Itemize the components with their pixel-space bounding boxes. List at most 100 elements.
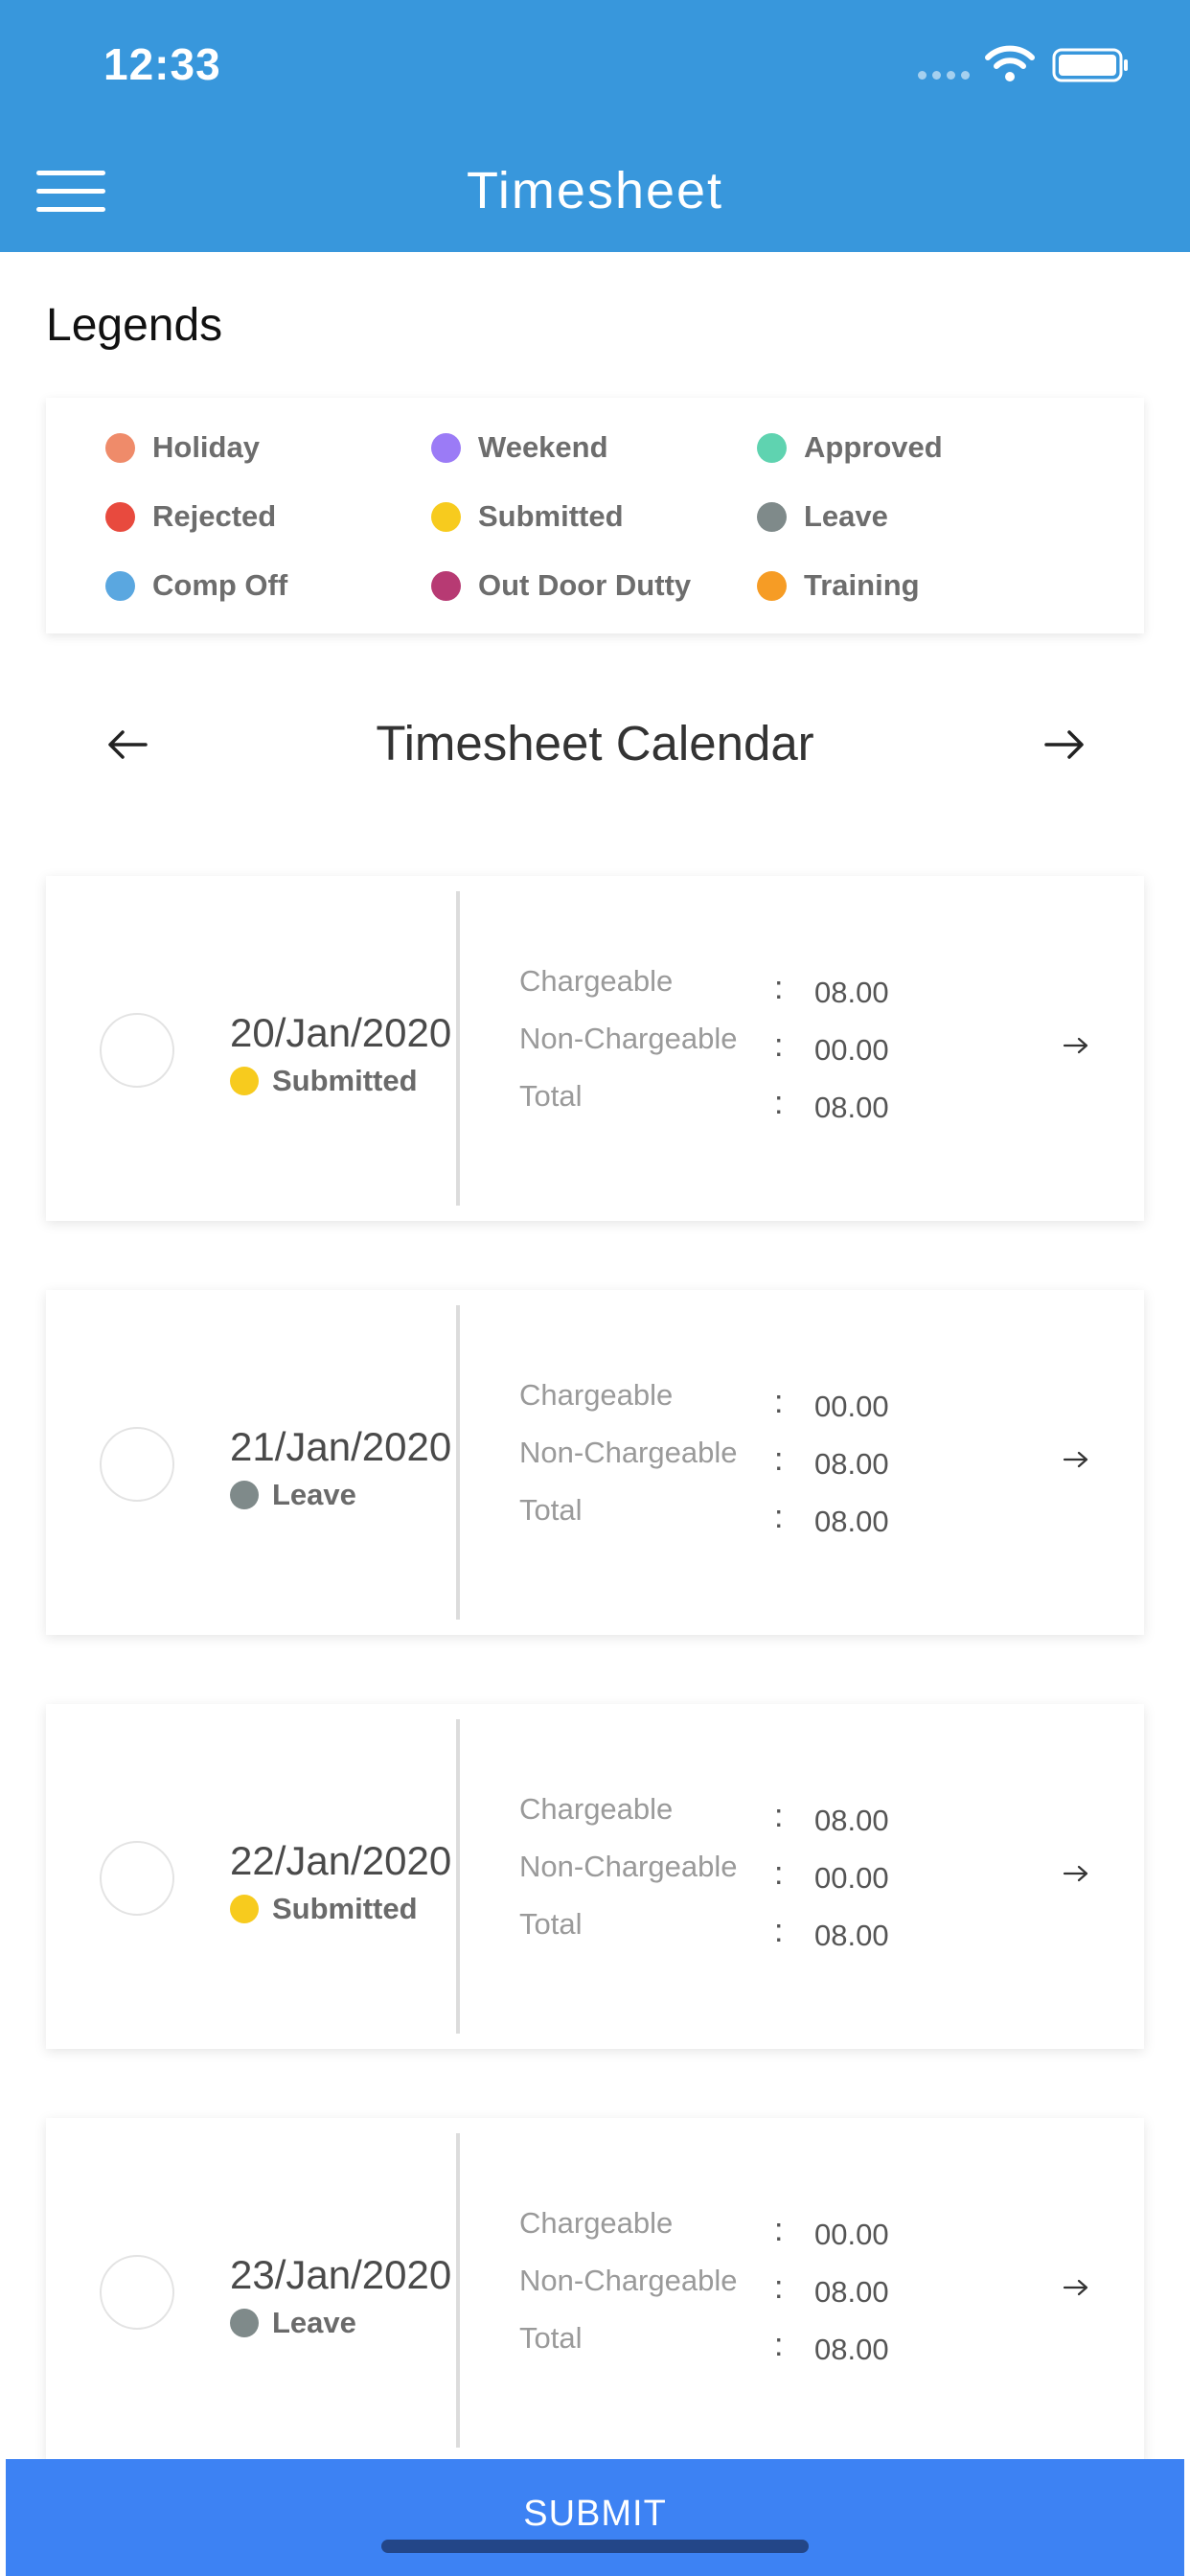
total-value: 08.00 [814,1091,889,1124]
total-value: 08.00 [814,1505,889,1538]
total-label: Total [519,1079,583,1113]
timesheet-day-card[interactable]: 20/Jan/2020 Submitted Chargeable : 08.00… [46,876,1144,1221]
total-value: 08.00 [814,2333,889,2366]
legend-item-submitted: Submitted [431,499,624,534]
status-label: Submitted [272,1892,418,1925]
legend-item-rejected: Rejected [105,499,276,534]
card-divider [456,1719,460,2034]
total-label: Total [519,1907,583,1941]
legend-item-leave: Leave [757,499,888,534]
open-day-arrow-icon[interactable] [1062,2273,1090,2302]
legend-dot [757,501,787,532]
day-status: Submitted [230,1064,418,1098]
chargeable-label: Chargeable [519,1378,674,1412]
total-label: Total [519,1493,583,1527]
chargeable-value: 08.00 [814,976,889,1009]
status-dot [230,1895,259,1923]
home-indicator[interactable] [381,2540,809,2553]
legends-heading: Legends [46,300,223,351]
non-chargeable-label: Non-Chargeable [519,1850,738,1883]
app-header: 12:33 Timesheet [0,0,1190,252]
legend-item-approved: Approved [757,430,943,465]
chargeable-label: Chargeable [519,964,674,998]
legend-label: Out Door Dutty [478,568,692,602]
wifi-icon [985,45,1035,81]
day-select-radio[interactable] [100,1841,174,1916]
non-chargeable-label: Non-Chargeable [519,1436,738,1469]
day-date: 21/Jan/2020 [230,1424,452,1469]
legend-label: Submitted [478,499,624,533]
legend-label: Holiday [152,430,260,464]
total-value: 08.00 [814,1919,889,1952]
day-date: 22/Jan/2020 [230,1838,452,1883]
non-chargeable-label: Non-Chargeable [519,2264,738,2297]
open-day-arrow-icon[interactable] [1062,1859,1090,1888]
colon: : [774,2327,784,2363]
non-chargeable-value: 08.00 [814,2275,889,2309]
colon: : [774,1855,784,1892]
chargeable-label: Chargeable [519,1792,674,1826]
card-divider [456,891,460,1206]
battery-icon [1052,48,1128,82]
legend-label: Comp Off [152,568,288,602]
status-time: 12:33 [103,39,221,89]
day-select-radio[interactable] [100,1013,174,1088]
status-label: Leave [272,1478,356,1511]
non-chargeable-value: 00.00 [814,1033,889,1067]
non-chargeable-label: Non-Chargeable [519,1022,738,1055]
legend-dot [431,570,461,601]
status-dot [230,1067,259,1095]
colon: : [774,1798,784,1834]
status-dot [230,1481,259,1509]
total-label: Total [519,2321,583,2355]
next-week-arrow-icon[interactable] [1041,721,1088,769]
colon: : [774,1913,784,1949]
open-day-arrow-icon[interactable] [1062,1445,1090,1474]
legend-label: Approved [804,430,943,464]
colon: : [774,970,784,1006]
legend-item-holiday: Holiday [105,430,260,465]
legend-dot [105,570,135,601]
colon: : [774,2212,784,2248]
colon: : [774,2269,784,2306]
day-status: Leave [230,1478,356,1512]
non-chargeable-value: 08.00 [814,1447,889,1481]
day-select-radio[interactable] [100,2255,174,2330]
cellular-signal-icon [918,71,970,80]
legend-dot [105,432,135,463]
calendar-title: Timesheet Calendar [376,716,814,770]
chargeable-label: Chargeable [519,2206,674,2240]
chargeable-value: 08.00 [814,1804,889,1837]
timesheet-day-card[interactable]: 21/Jan/2020 Leave Chargeable : 00.00 Non… [46,1290,1144,1635]
status-label: Leave [272,2306,356,2339]
legend-label: Training [804,568,920,602]
legend-item-comp-off: Comp Off [105,568,287,603]
chargeable-value: 00.00 [814,2218,889,2251]
chargeable-value: 00.00 [814,1390,889,1423]
open-day-arrow-icon[interactable] [1062,1031,1090,1060]
colon: : [774,1441,784,1478]
day-select-radio[interactable] [100,1427,174,1502]
legend-card: Holiday Weekend Approved Rejected Submit… [46,398,1144,633]
timesheet-day-card[interactable]: 22/Jan/2020 Submitted Chargeable : 08.00… [46,1704,1144,2049]
timesheet-day-card[interactable]: 23/Jan/2020 Leave Chargeable : 00.00 Non… [46,2118,1144,2463]
legend-item-out-door-dutty: Out Door Dutty [431,568,691,603]
day-status: Leave [230,2306,356,2340]
legend-dot [757,570,787,601]
page-title: Timesheet [466,162,724,219]
colon: : [774,1085,784,1121]
legend-item-training: Training [757,568,920,603]
legend-dot [757,432,787,463]
card-divider [456,2133,460,2448]
colon: : [774,1499,784,1535]
day-date: 20/Jan/2020 [230,1010,452,1055]
legend-label: Rejected [152,499,277,533]
legend-label: Weekend [478,430,608,464]
submit-label: SUBMIT [523,2494,667,2534]
status-dot [230,2309,259,2337]
legend-dot [105,501,135,532]
colon: : [774,1384,784,1420]
submit-button[interactable]: SUBMIT [6,2459,1184,2576]
legend-label: Leave [804,499,888,533]
non-chargeable-value: 00.00 [814,1861,889,1895]
